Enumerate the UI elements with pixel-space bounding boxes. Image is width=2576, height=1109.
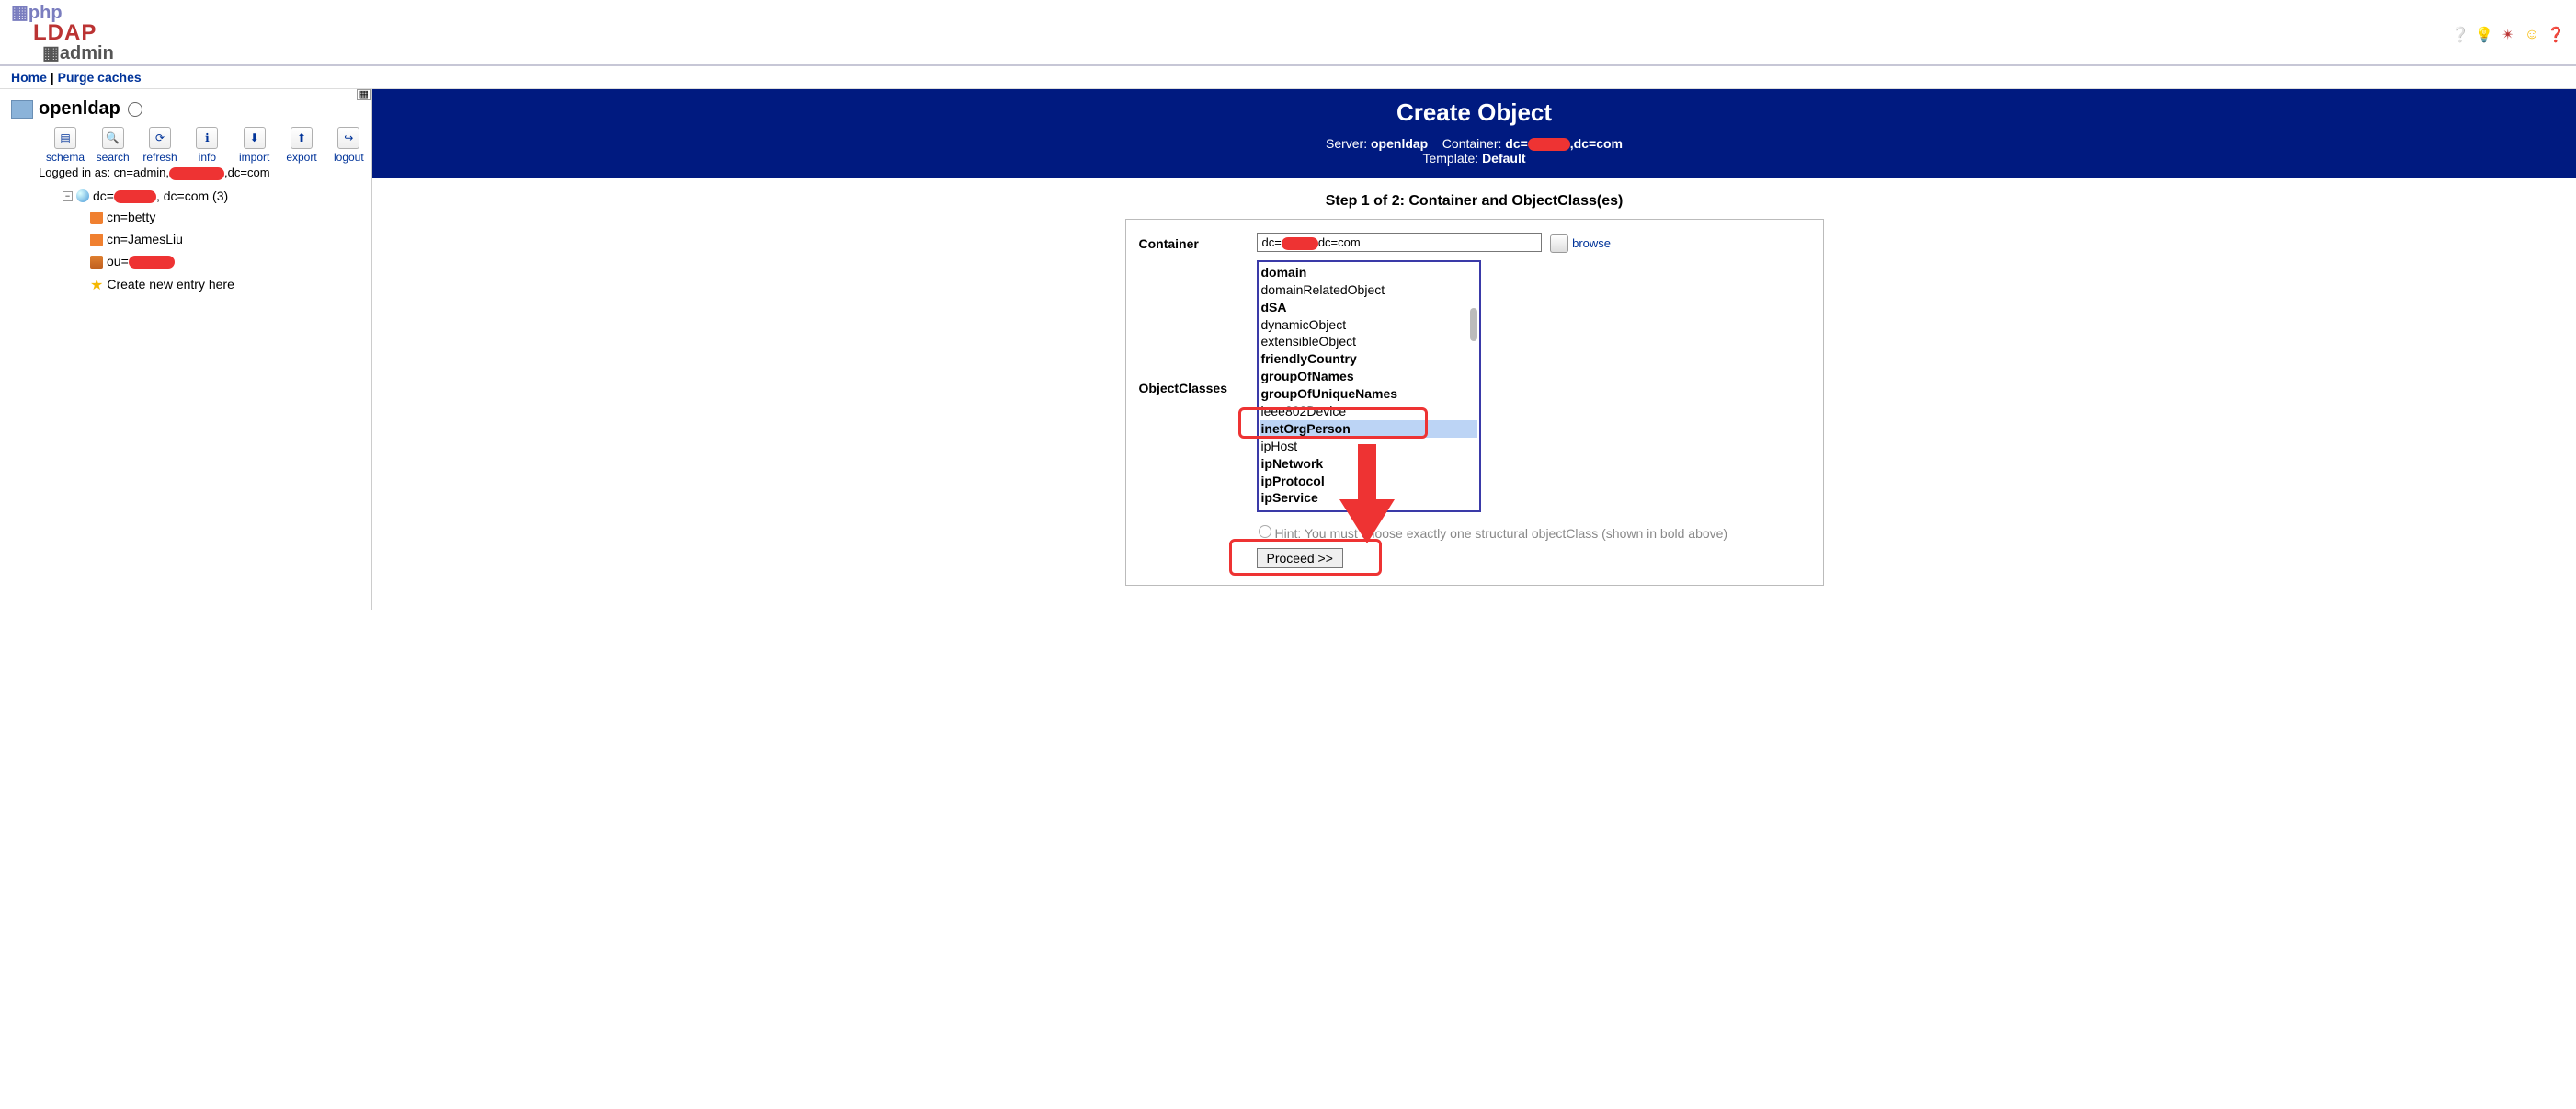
objectclass-option[interactable]: dynamicObject xyxy=(1260,316,1477,334)
objectclass-option[interactable]: ieee802Device xyxy=(1260,403,1477,420)
tree-create-new[interactable]: ★ Create new entry here xyxy=(63,273,371,298)
search-icon: 🔍 xyxy=(102,127,124,149)
banner-container: dc=,dc=com xyxy=(1505,136,1623,151)
import-icon: ⬇ xyxy=(244,127,266,149)
objectclass-option[interactable]: domainRelatedObject xyxy=(1260,281,1477,299)
globe-icon xyxy=(76,189,89,202)
server-name: openldap xyxy=(39,98,120,120)
bug-icon[interactable]: ✴ xyxy=(2499,26,2517,44)
help-icon[interactable]: ❓ xyxy=(2547,26,2565,44)
action-logout[interactable]: ↪logout xyxy=(330,127,368,164)
hint-text: Hint: You must choose exactly one struct… xyxy=(1257,520,1810,548)
objectclass-option[interactable]: groupOfUniqueNames xyxy=(1260,385,1477,403)
logout-icon: ↪ xyxy=(337,127,359,149)
objectclass-option[interactable]: inetOrgPerson xyxy=(1260,420,1477,438)
main-content: Create Object Server: openldap Container… xyxy=(372,89,2576,586)
hint-icon xyxy=(1259,525,1271,538)
logged-in-as: Logged in as: cn=admin,,dc=com xyxy=(6,164,371,186)
objectclass-option[interactable]: ipHost xyxy=(1260,438,1477,455)
export-icon: ⬆ xyxy=(291,127,313,149)
action-search[interactable]: 🔍search xyxy=(94,127,131,164)
smiley-icon[interactable]: ☺ xyxy=(2523,26,2541,44)
action-schema[interactable]: ▤schema xyxy=(46,127,85,164)
schema-icon: ▤ xyxy=(54,127,76,149)
phpldapadmin-logo: ▦php LDAP ▦admin xyxy=(11,4,114,63)
help-request-icon[interactable]: ❔ xyxy=(2451,26,2469,44)
refresh-icon: ⟳ xyxy=(149,127,171,149)
objectclasses-listbox[interactable]: domaindomainRelatedObjectdSAdynamicObjec… xyxy=(1257,260,1481,512)
header-icon-bar: ❔ 💡 ✴ ☺ ❓ xyxy=(2451,4,2565,44)
browse-link[interactable]: browse xyxy=(1572,236,1611,250)
objectclass-option[interactable]: groupOfNames xyxy=(1260,368,1477,385)
sidebar: ▦ openldap ▤schema🔍search ⟳refresh ℹinfo⬇i… xyxy=(0,89,372,610)
banner: Create Object Server: openldap Container… xyxy=(372,89,2576,178)
action-import[interactable]: ⬇import xyxy=(235,127,273,164)
nav-sep: | xyxy=(51,70,58,85)
magnifier-icon[interactable] xyxy=(1550,234,1568,253)
top-nav: Home | Purge caches xyxy=(0,66,2576,88)
tree-root[interactable]: − dc=, dc=com (3) xyxy=(63,186,371,208)
star-icon: ★ xyxy=(90,273,103,298)
clock-icon[interactable] xyxy=(128,102,142,117)
objectclass-option[interactable]: kopano-addresslist xyxy=(1260,507,1477,512)
ou-icon xyxy=(90,256,103,269)
collapse-icon[interactable]: − xyxy=(63,191,73,201)
objectclass-option[interactable]: ipProtocol xyxy=(1260,473,1477,490)
person-icon xyxy=(90,234,103,246)
step-heading: Step 1 of 2: Container and ObjectClass(e… xyxy=(372,178,2576,219)
nav-home[interactable]: Home xyxy=(11,70,47,85)
redacted xyxy=(114,190,156,203)
create-object-form: Container dc=dc=com browse ObjectClas xyxy=(1125,219,1824,586)
action-refresh[interactable]: ⟳refresh xyxy=(141,127,178,164)
objectclasses-label: ObjectClasses xyxy=(1139,377,1257,395)
tree-item[interactable]: ou= xyxy=(90,251,371,273)
banner-template: Default xyxy=(1482,151,1525,166)
action-info[interactable]: ℹinfo xyxy=(188,127,226,164)
container-label: Container xyxy=(1139,233,1257,251)
objectclass-option[interactable]: ipNetwork xyxy=(1260,455,1477,473)
objectclass-option[interactable]: extensibleObject xyxy=(1260,333,1477,350)
objectclass-option[interactable]: domain xyxy=(1260,264,1477,281)
redacted xyxy=(169,167,224,180)
proceed-button[interactable]: Proceed >> xyxy=(1257,548,1343,568)
listbox-scrollbar[interactable] xyxy=(1470,308,1477,341)
container-input[interactable] xyxy=(1257,233,1542,252)
objectclass-option[interactable]: dSA xyxy=(1260,299,1477,316)
person-icon xyxy=(90,212,103,224)
tree-item[interactable]: cn=JamesLiu xyxy=(90,229,371,251)
page-title: Create Object xyxy=(380,98,2569,127)
action-export[interactable]: ⬆export xyxy=(282,127,320,164)
lightbulb-icon[interactable]: 💡 xyxy=(2475,26,2493,44)
sidebar-expand-icon[interactable]: ▦ xyxy=(357,89,371,100)
objectclass-option[interactable]: friendlyCountry xyxy=(1260,350,1477,368)
nav-purge-caches[interactable]: Purge caches xyxy=(58,70,142,85)
server-icon xyxy=(11,100,33,119)
objectclass-option[interactable]: ipService xyxy=(1260,489,1477,507)
banner-server: openldap xyxy=(1371,136,1428,151)
tree-item[interactable]: cn=betty xyxy=(90,207,371,229)
info-icon: ℹ xyxy=(196,127,218,149)
